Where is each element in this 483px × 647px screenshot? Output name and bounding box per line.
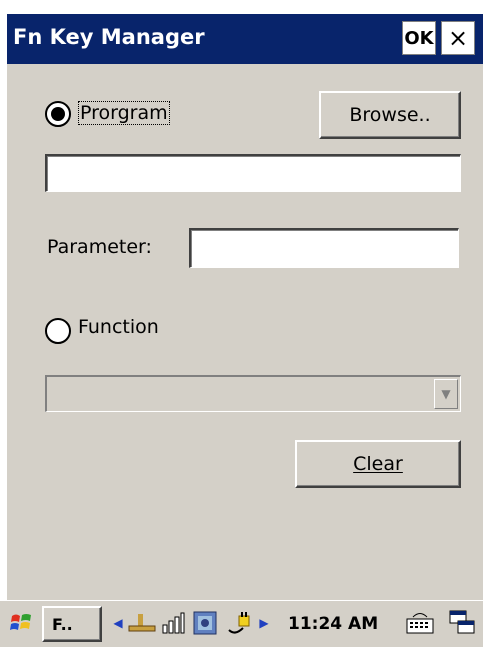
tray-left-arrow-icon[interactable]: ◀	[111, 606, 125, 640]
fn-key-manager-window: Fn Key Manager OK × Prorgram Browse.. Pa…	[7, 14, 483, 646]
function-radio[interactable]	[45, 318, 71, 344]
radio-selected-dot	[51, 107, 65, 121]
program-radio-label[interactable]: Prorgram	[78, 101, 170, 125]
clear-button[interactable]: Clear	[295, 440, 461, 488]
window-title: Fn Key Manager	[13, 25, 205, 49]
signal-icon[interactable]	[159, 606, 187, 640]
title-bar: Fn Key Manager OK ×	[7, 14, 483, 64]
taskbar-task-button[interactable]: F..	[42, 606, 102, 642]
ok-button[interactable]: OK	[402, 21, 436, 55]
taskbar: F.. ◀ ▶ 11:24 AM	[0, 600, 483, 647]
power-plug-icon[interactable]	[224, 606, 256, 640]
tray-right-arrow-icon[interactable]: ▶	[257, 606, 271, 640]
browse-button[interactable]: Browse..	[319, 91, 461, 139]
function-radio-label[interactable]: Function	[78, 316, 159, 338]
clear-button-label: Clear	[353, 453, 403, 475]
network-icon[interactable]	[126, 606, 158, 640]
windows-start-icon[interactable]	[6, 606, 38, 640]
keyboard-icon[interactable]	[403, 606, 437, 640]
switch-window-icon[interactable]	[446, 606, 478, 640]
close-button[interactable]: ×	[441, 21, 475, 55]
app-icon[interactable]	[190, 606, 220, 640]
function-dropdown[interactable]: ▼	[45, 375, 461, 412]
parameter-input[interactable]	[189, 228, 459, 268]
parameter-label: Parameter:	[47, 236, 152, 258]
program-path-input[interactable]	[45, 154, 461, 192]
program-radio[interactable]	[45, 101, 71, 127]
chevron-down-icon[interactable]: ▼	[434, 379, 458, 409]
clock[interactable]: 11:24 AM	[288, 614, 378, 634]
